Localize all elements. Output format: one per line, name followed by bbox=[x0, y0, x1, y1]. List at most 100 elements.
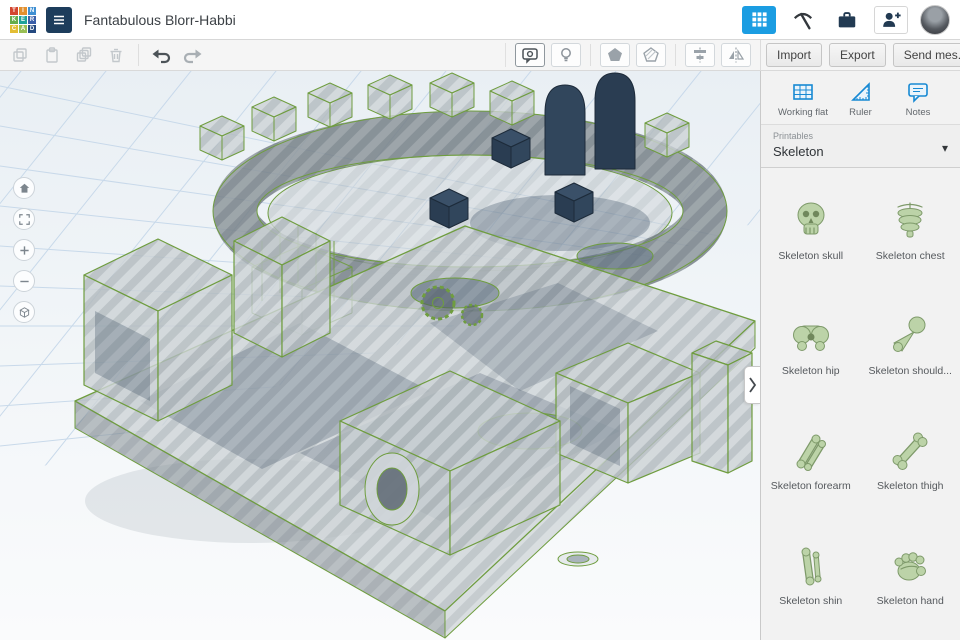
skeleton-hand-icon bbox=[894, 552, 927, 581]
paste-icon bbox=[46, 47, 58, 63]
part-skeleton-hip[interactable]: Skeleton hip bbox=[761, 297, 861, 412]
skeleton-shoulder-icon bbox=[893, 316, 926, 352]
part-label: Skeleton chest bbox=[875, 250, 945, 262]
part-label: Skeleton thigh bbox=[876, 480, 944, 492]
duplicate-button[interactable] bbox=[68, 40, 100, 70]
main-area: Working flat Ruler Notes Printables Skel… bbox=[0, 71, 960, 640]
workplane-helper[interactable]: Working flat bbox=[775, 80, 831, 118]
divider bbox=[590, 44, 591, 66]
mirror-icon bbox=[729, 47, 745, 63]
skeleton-forearm-icon bbox=[796, 434, 826, 471]
helper-label: Ruler bbox=[849, 107, 872, 118]
view-orientation-button[interactable] bbox=[13, 301, 35, 323]
part-skeleton-skull[interactable]: Skeleton skull bbox=[761, 182, 861, 297]
panel-collapse-handle[interactable] bbox=[744, 366, 760, 404]
part-skeleton-chest[interactable]: Skeleton chest bbox=[861, 182, 960, 297]
notes-helper[interactable]: Notes bbox=[890, 80, 946, 118]
list-icon bbox=[54, 15, 64, 24]
home-view-button[interactable] bbox=[13, 177, 35, 199]
dropdown-value: Skeleton bbox=[773, 144, 824, 159]
part-label: Skeleton skull bbox=[778, 250, 844, 262]
skeleton-chest-icon bbox=[897, 202, 923, 238]
ruler-icon bbox=[850, 82, 870, 101]
avatar[interactable] bbox=[920, 4, 950, 35]
invite-button[interactable] bbox=[874, 5, 908, 34]
send-button[interactable]: Send mes... bbox=[892, 43, 960, 67]
category-dropdown[interactable]: Printables Skeleton ▾ bbox=[761, 125, 960, 168]
mine-button[interactable] bbox=[786, 6, 820, 34]
part-skeleton-hand[interactable]: Skeleton hand bbox=[861, 527, 960, 640]
design-title[interactable]: Fantabulous Blorr-Habbi bbox=[84, 12, 236, 28]
scene-3d[interactable] bbox=[0, 71, 760, 640]
cube-icon bbox=[18, 306, 30, 318]
header: TINKERCAD Fantabulous Blorr-Habbi bbox=[0, 0, 960, 40]
part-label: Skeleton forearm bbox=[770, 480, 851, 492]
divider bbox=[138, 44, 139, 66]
model-3d[interactable] bbox=[74, 72, 756, 639]
grid-icon bbox=[751, 12, 767, 27]
helper-tools: Working flat Ruler Notes bbox=[761, 71, 960, 125]
portfolio-button[interactable] bbox=[830, 6, 864, 34]
undo-button[interactable] bbox=[145, 40, 177, 70]
hints-button[interactable] bbox=[551, 43, 581, 67]
hole-shape-button[interactable] bbox=[636, 43, 666, 67]
plus-icon bbox=[19, 245, 29, 255]
part-skeleton-shoulder[interactable]: Skeleton should... bbox=[861, 297, 960, 412]
viewport-canvas[interactable] bbox=[0, 71, 760, 640]
hole-shape-icon bbox=[643, 47, 659, 62]
solid-shape-button[interactable] bbox=[600, 43, 630, 67]
export-button[interactable]: Export bbox=[829, 43, 886, 67]
notes-icon bbox=[908, 83, 928, 103]
part-skeleton-forearm[interactable]: Skeleton forearm bbox=[761, 412, 861, 527]
minus-icon bbox=[19, 280, 29, 282]
mirror-button[interactable] bbox=[721, 43, 751, 67]
view-navigation bbox=[13, 177, 35, 323]
zoom-out-button[interactable] bbox=[13, 270, 35, 292]
blocks-view-button[interactable] bbox=[742, 5, 776, 34]
paste-button[interactable] bbox=[36, 40, 68, 70]
add-person-icon bbox=[883, 12, 901, 27]
chevron-right-icon bbox=[749, 377, 757, 393]
divider bbox=[675, 44, 676, 66]
edit-tools-group bbox=[0, 40, 505, 70]
part-label: Skeleton hip bbox=[781, 365, 840, 377]
part-skeleton-thigh[interactable]: Skeleton thigh bbox=[861, 412, 960, 527]
io-buttons-group: Import Export Send mes... bbox=[760, 40, 960, 70]
import-button[interactable]: Import bbox=[766, 43, 823, 67]
skeleton-hip-icon bbox=[792, 325, 829, 351]
pickaxe-icon bbox=[793, 12, 813, 29]
align-icon bbox=[694, 47, 706, 63]
fit-view-icon bbox=[18, 213, 30, 225]
workplane-icon bbox=[793, 84, 813, 100]
parts-grid: Skeleton skull Skeleton chest Skeleton h… bbox=[761, 168, 960, 640]
skeleton-thigh-icon bbox=[892, 432, 928, 470]
toolbar: Import Export Send mes... bbox=[0, 40, 960, 71]
part-skeleton-shin[interactable]: Skeleton shin bbox=[761, 527, 861, 640]
helper-label: Notes bbox=[905, 107, 931, 118]
fit-view-button[interactable] bbox=[13, 208, 35, 230]
ruler-helper[interactable]: Ruler bbox=[833, 80, 889, 118]
part-label: Skeleton shin bbox=[779, 595, 843, 607]
tinkercad-logo[interactable]: TINKERCAD bbox=[10, 6, 36, 33]
solid-shape-icon bbox=[608, 48, 622, 61]
duplicate-icon bbox=[76, 47, 92, 62]
view-tools-group bbox=[505, 43, 760, 67]
tinkercad-app: TINKERCAD Fantabulous Blorr-Habbi Import… bbox=[0, 0, 960, 640]
trash-icon bbox=[110, 48, 122, 63]
dropdown-label: Printables bbox=[773, 131, 814, 141]
designs-menu-button[interactable] bbox=[46, 6, 72, 33]
redo-button[interactable] bbox=[177, 40, 209, 70]
align-button[interactable] bbox=[685, 43, 715, 67]
copy-icon bbox=[13, 48, 27, 62]
shapes-panel: Working flat Ruler Notes Printables Skel… bbox=[760, 71, 960, 640]
lightbulb-icon bbox=[561, 48, 571, 62]
undo-icon bbox=[152, 49, 171, 64]
zoom-in-button[interactable] bbox=[13, 239, 35, 261]
show-notes-button[interactable] bbox=[515, 43, 545, 67]
helper-label: Working flat bbox=[778, 107, 828, 118]
skeleton-shin-icon bbox=[801, 547, 822, 586]
comment-bubble-icon bbox=[522, 48, 538, 64]
part-label: Skeleton hand bbox=[876, 595, 944, 607]
delete-button[interactable] bbox=[100, 40, 132, 70]
copy-button[interactable] bbox=[4, 40, 36, 70]
